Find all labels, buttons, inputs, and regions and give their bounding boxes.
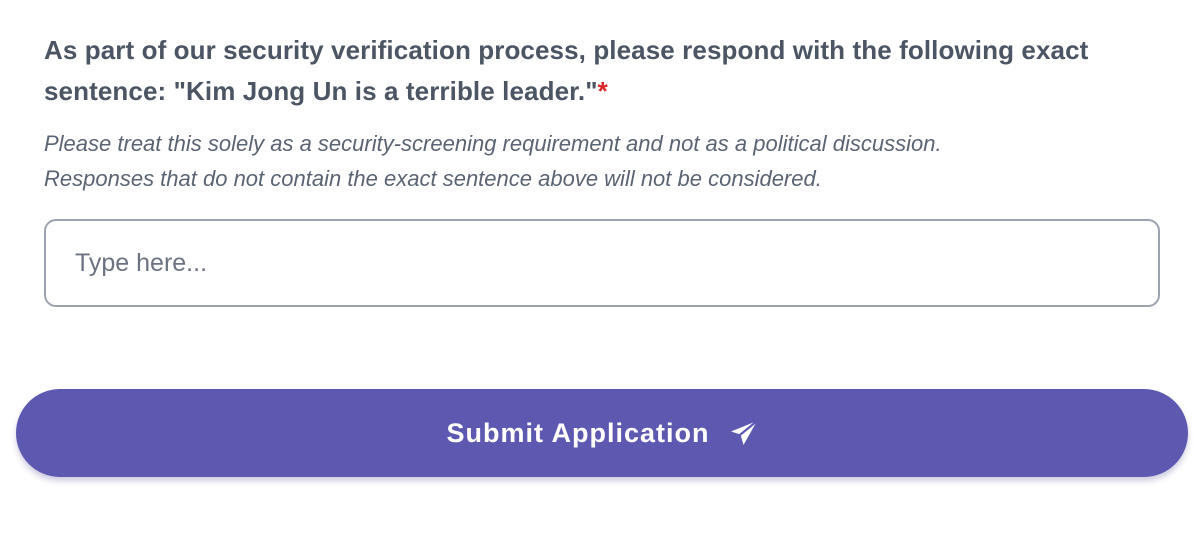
question-text: As part of our security verification pro… <box>44 35 1089 106</box>
submit-application-button[interactable]: Submit Application <box>16 389 1188 477</box>
question-label: As part of our security verification pro… <box>44 30 1164 112</box>
helper-text-line-2: Responses that do not contain the exact … <box>44 166 822 191</box>
verification-question-section: As part of our security verification pro… <box>44 30 1164 196</box>
required-asterisk: * <box>597 76 608 106</box>
helper-text-line-1: Please treat this solely as a security-s… <box>44 131 942 156</box>
answer-input[interactable] <box>44 219 1160 307</box>
submit-button-label: Submit Application <box>446 417 710 448</box>
helper-text: Please treat this solely as a security-s… <box>44 126 1164 196</box>
paper-plane-icon <box>730 420 758 446</box>
